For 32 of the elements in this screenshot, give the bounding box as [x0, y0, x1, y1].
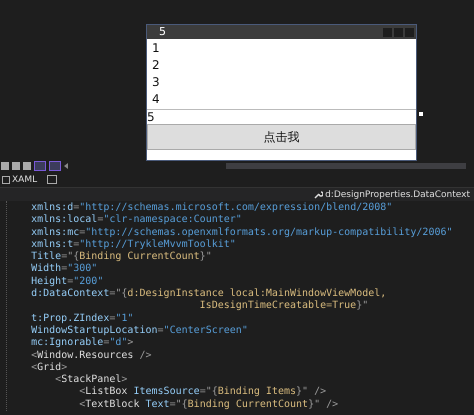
- code-line: IsDesignTimeCreatable=True}": [198, 300, 368, 313]
- code-line: xmlns:mc="http://schemas.openxmlformats.org/markup-compatibility/2006": [30, 226, 453, 239]
- code-line: Width="300": [30, 263, 98, 276]
- minimize-icon[interactable]: [383, 28, 392, 36]
- code-line: <StackPanel>: [54, 374, 128, 386]
- code-line: xmlns:local="clr-namespace:Counter": [30, 214, 242, 227]
- code-line: xmlns:t="http://TrykleMvvmToolkit": [30, 238, 236, 251]
- xaml-tab[interactable]: XAML: [12, 174, 38, 184]
- resize-handle[interactable]: [419, 112, 423, 116]
- click-button[interactable]: 点击我: [147, 124, 416, 150]
- code-line: <Window.Resources />: [30, 350, 152, 362]
- horizontal-scrollbar[interactable]: [226, 163, 466, 169]
- popout-icon[interactable]: [47, 175, 58, 184]
- code-line: d:DataContext="{d:DesignInstance local:MainWindowViewModel,: [30, 288, 386, 300]
- list-item[interactable]: 3: [152, 74, 182, 91]
- code-line: xmlns:d="http://schemas.microsoft.com/expression/blend/2008": [30, 202, 392, 214]
- code-line: mc:Ignorable="d">: [30, 337, 134, 350]
- list-item[interactable]: 1: [152, 40, 182, 57]
- left-arrow-icon[interactable]: [64, 163, 68, 169]
- wrench-icon: [314, 190, 324, 199]
- code-line: <TextBlock Text="{Binding CurrentCount}" />: [78, 398, 338, 412]
- code-line: WindowStartupLocation="CenterScreen": [30, 324, 248, 337]
- code-line: <Grid>: [30, 362, 68, 374]
- list-item[interactable]: 2: [152, 57, 182, 74]
- code-line: Title="{Binding CurrentCount}": [30, 251, 212, 263]
- code-line: <ListBox ItemsSource="{Binding Items}" />: [78, 386, 326, 399]
- window-title: 5: [159, 25, 166, 39]
- close-icon[interactable]: [405, 28, 414, 36]
- list-item[interactable]: 4: [152, 91, 182, 108]
- maximize-icon[interactable]: [394, 28, 403, 36]
- code-line: Height="200": [30, 276, 104, 288]
- code-line: t:Prop.ZIndex="1": [30, 312, 134, 325]
